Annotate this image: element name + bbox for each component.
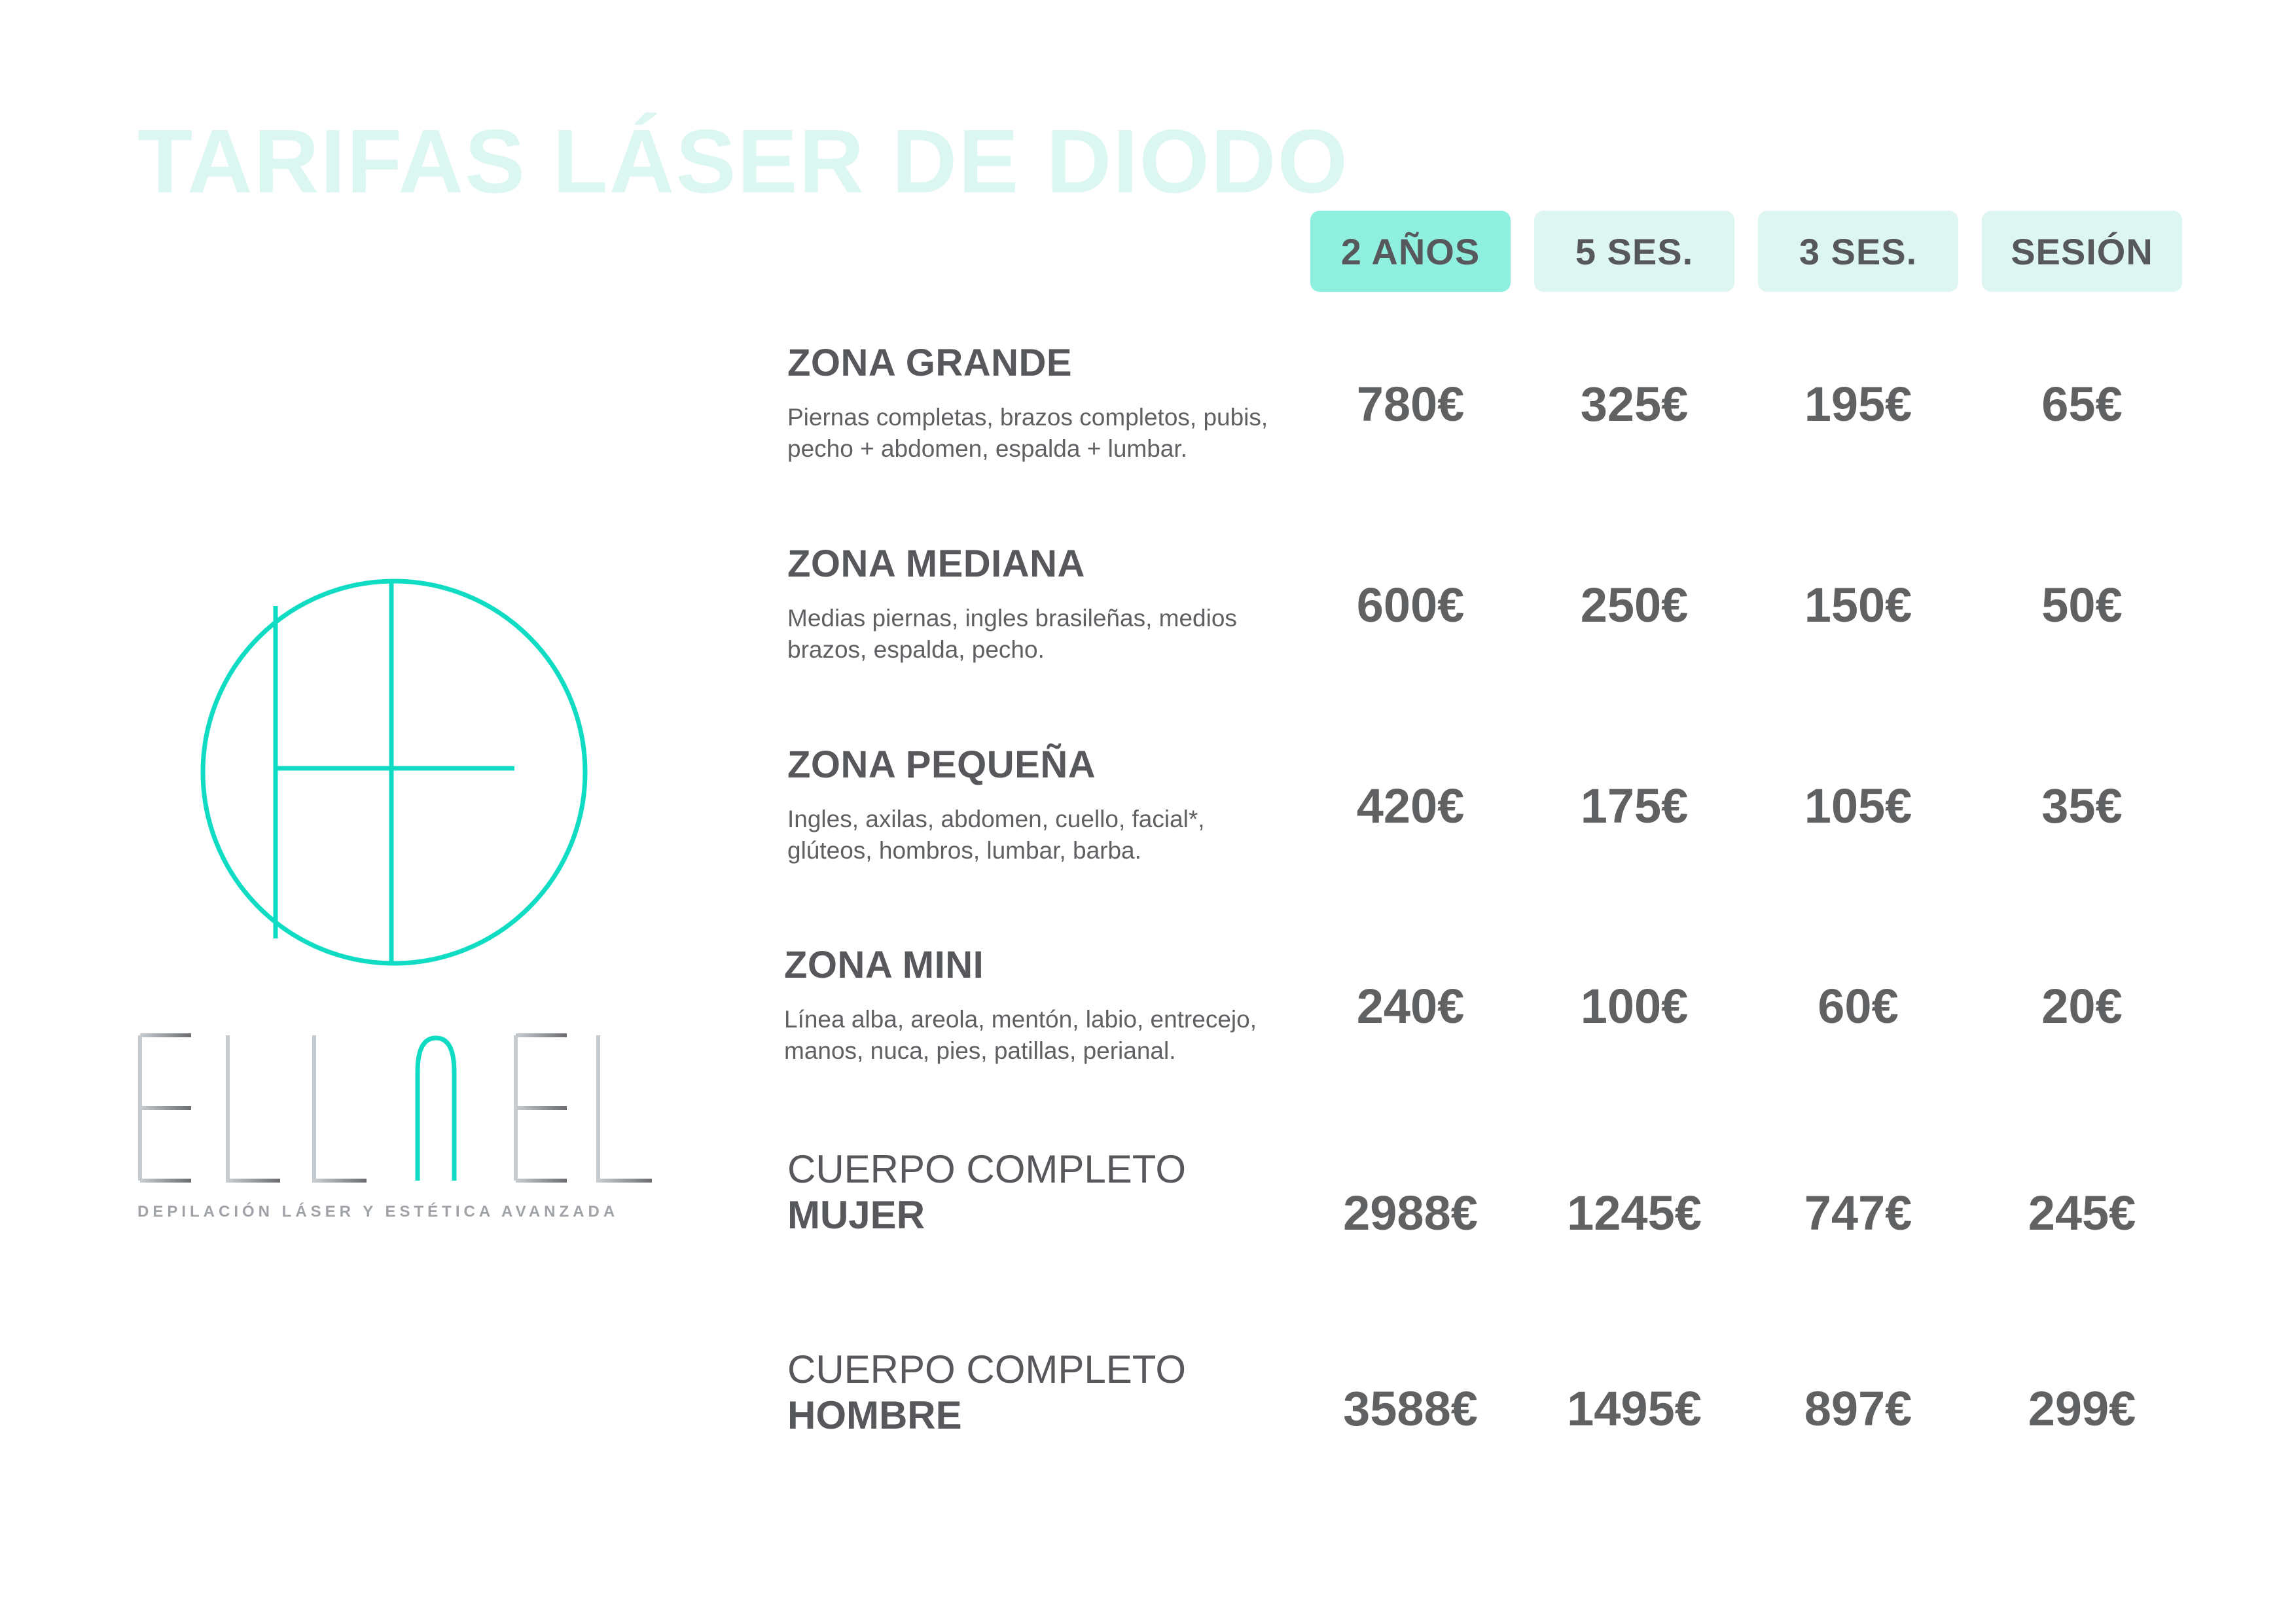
zone-title: ZONA MINI [784,944,984,986]
price-zona-grande-2-anos: 780€ [1356,377,1465,431]
zone-description-line: Línea alba, areola, mentón, labio, entre… [784,1006,1257,1033]
zone-description-line: glúteos, hombros, lumbar, barba. [787,837,1141,864]
price-zona-mini-5-sesiones: 100€ [1580,979,1689,1033]
price-zona-pequena-3-sesiones: 105€ [1804,779,1912,833]
zone-title: ZONA MEDIANA [787,543,1085,585]
price-zona-mediana-5-sesiones: 250€ [1580,578,1689,632]
column-header-3-sesiones: 3 SES. [1758,211,1958,292]
full-body-hombre: CUERPO COMPLETO HOMBRE [787,1347,1311,1438]
price-zona-mini-2-anos: 240€ [1356,979,1465,1033]
price-zona-grande-5-sesiones: 325€ [1580,377,1689,431]
price-hombre-sesion: 299€ [2028,1382,2136,1436]
page-title: TARIFAS LÁSER DE DIODO [137,111,1349,212]
price-zona-grande-3-sesiones: 195€ [1804,377,1912,431]
zone-description-line: pecho + abdomen, espalda + lumbar. [787,435,1187,462]
zone-description-line: Medias piernas, ingles brasileñas, medio… [787,605,1237,632]
price-mujer-2-anos: 2988€ [1343,1186,1478,1240]
zone-description: Piernas completas, brazos completos, pub… [787,402,1311,465]
zone-description-line: Piernas completas, brazos completos, pub… [787,404,1268,431]
price-zona-mediana-3-sesiones: 150€ [1804,578,1912,632]
price-zona-mediana-sesion: 50€ [2041,578,2123,632]
price-mujer-3-sesiones: 747€ [1804,1186,1912,1240]
zone-title: ZONA GRANDE [787,342,1073,384]
full-body-gender: HOMBRE [787,1393,962,1437]
zone-description-line: brazos, espalda, pecho. [787,636,1045,663]
price-zona-pequena-sesion: 35€ [2041,779,2123,833]
zone-grande: ZONA GRANDE Piernas completas, brazos co… [787,344,1311,465]
price-zona-mini-3-sesiones: 60€ [1818,979,1899,1033]
price-zona-pequena-5-sesiones: 175€ [1580,779,1689,833]
zone-mini: ZONA MINI Línea alba, areola, mentón, la… [784,946,1308,1067]
brand-tagline: DEPILACIÓN LÁSER Y ESTÉTICA AVANZADA [137,1203,619,1221]
brand-logo-icon [200,579,588,966]
price-mujer-5-sesiones: 1245€ [1567,1186,1702,1240]
column-header-5-sesiones: 5 SES. [1534,211,1734,292]
zone-description-line: manos, nuca, pies, patillas, perianal. [784,1037,1176,1064]
price-zona-grande-sesion: 65€ [2041,377,2123,431]
zone-description: Ingles, axilas, abdomen, cuello, facial*… [787,804,1311,866]
zone-title: ZONA PEQUEÑA [787,743,1096,786]
zone-description: Medias piernas, ingles brasileñas, medio… [787,603,1311,666]
price-hombre-5-sesiones: 1495€ [1567,1382,1702,1436]
column-header-sesion: SESIÓN [1982,211,2182,292]
full-body-label: CUERPO COMPLETO [787,1147,1186,1191]
price-hombre-3-sesiones: 897€ [1804,1382,1912,1436]
full-body-mujer: CUERPO COMPLETO MUJER [787,1147,1311,1238]
full-body-gender: MUJER [787,1193,925,1237]
price-zona-mediana-2-anos: 600€ [1356,578,1465,632]
zone-description: Línea alba, areola, mentón, labio, entre… [784,1004,1308,1067]
price-zona-mini-sesion: 20€ [2041,979,2123,1033]
price-mujer-sesion: 245€ [2028,1186,2136,1240]
brand-wordmark-logo [138,1033,652,1183]
price-zona-pequena-2-anos: 420€ [1356,779,1465,833]
zone-pequena: ZONA PEQUEÑA Ingles, axilas, abdomen, cu… [787,746,1311,866]
column-header-2-anos: 2 AÑOS [1310,211,1511,292]
price-hombre-2-anos: 3588€ [1343,1382,1478,1436]
zone-description-line: Ingles, axilas, abdomen, cuello, facial*… [787,806,1205,832]
zone-mediana: ZONA MEDIANA Medias piernas, ingles bras… [787,545,1311,666]
full-body-label: CUERPO COMPLETO [787,1347,1186,1391]
